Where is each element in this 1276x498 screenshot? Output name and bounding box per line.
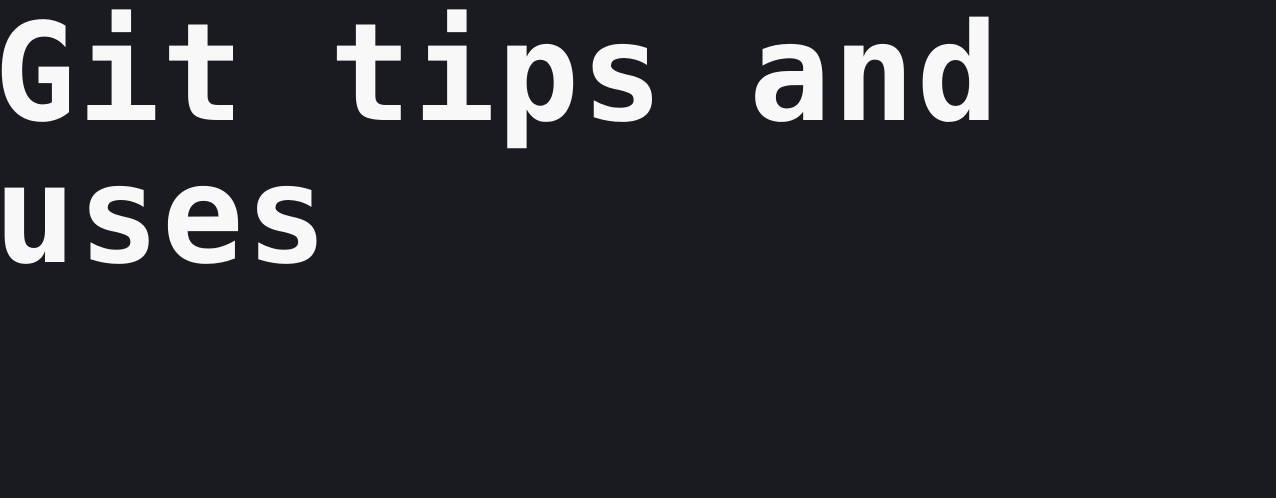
page-canvas: Git tips and uses (0, 0, 1276, 498)
page-title: Git tips and uses (0, 3, 1144, 287)
page-title-line-2: uses (0, 137, 330, 295)
page-title-line-1: Git tips and (0, 0, 1001, 153)
